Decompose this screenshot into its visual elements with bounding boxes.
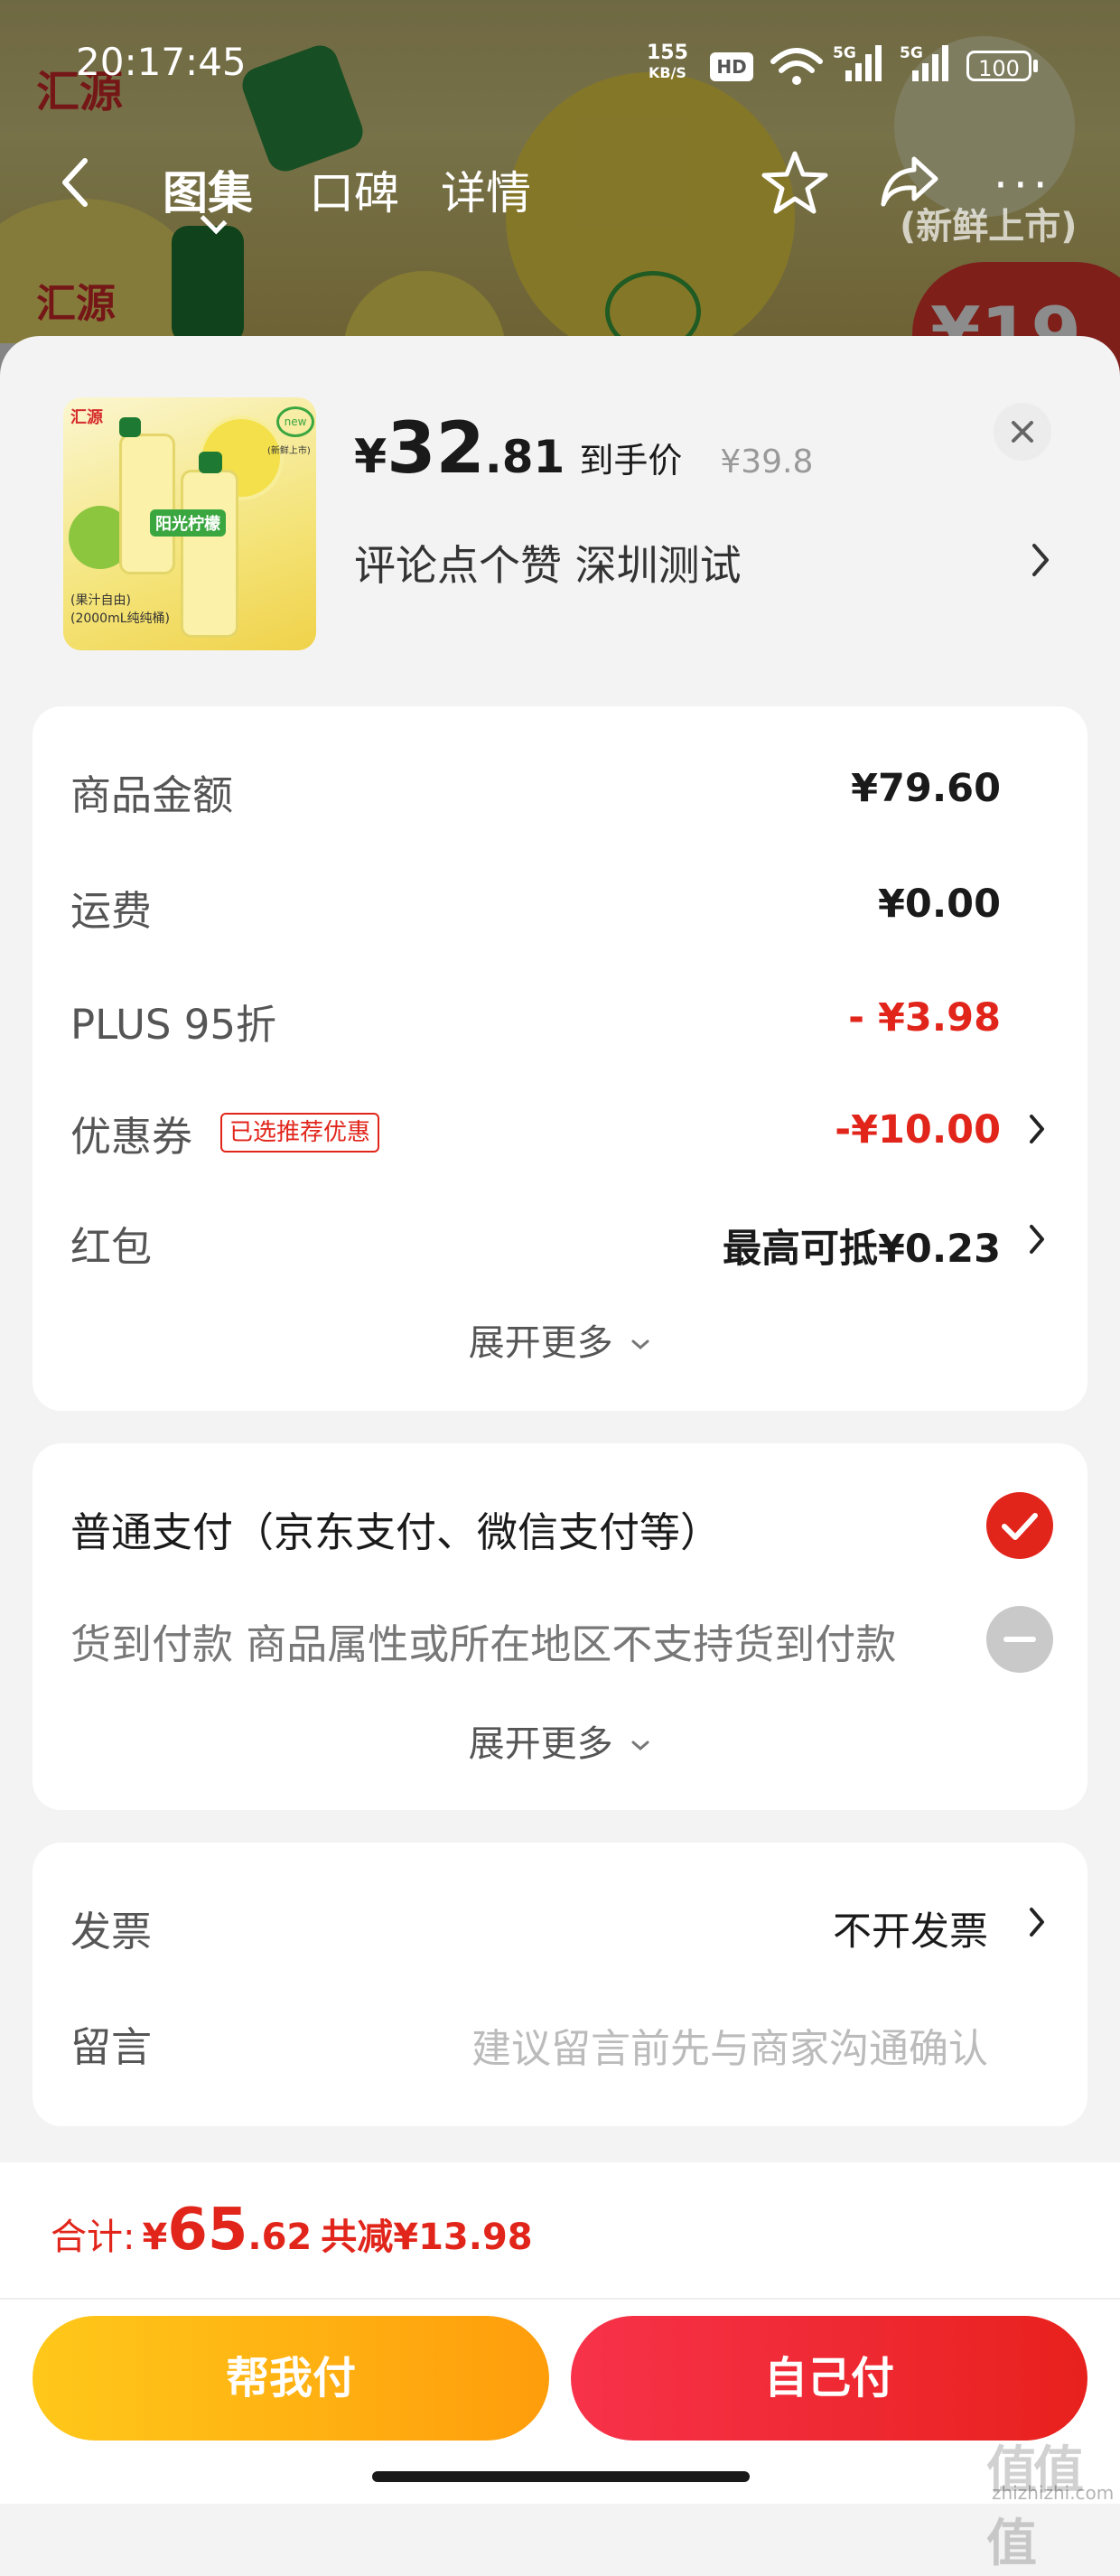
red-packet-chevron-right-icon[interactable] (1028, 1223, 1046, 1255)
disabled-minus-icon (1003, 1637, 1036, 1642)
total-symbol: ¥ (142, 2217, 168, 2258)
row-value-plus-discount: - ¥3.98 (848, 995, 1001, 1041)
total-integer: 65 (167, 2197, 248, 2263)
price-label: 到手价 (579, 441, 683, 481)
row-value-red-packet[interactable]: 最高可抵¥0.23 (723, 1218, 1001, 1274)
watermark-url: zhizhizhi.com (992, 2482, 1115, 2504)
battery-tip (1033, 60, 1038, 72)
price-decimal: .81 (484, 431, 565, 483)
row-value-shipping: ¥0.00 (877, 882, 1001, 927)
payment-option-normal[interactable]: 普通支付（京东支付、微信支付等） (70, 1499, 721, 1558)
signal-5g-icon-2: 5G (900, 44, 948, 81)
pay-myself-button[interactable]: 自己付 (571, 2316, 1087, 2441)
network-speed-unit: KB/S (648, 64, 686, 81)
payment-expand-more-button[interactable]: 展开更多 (33, 1714, 1087, 1767)
price-symbol: ¥ (354, 430, 387, 484)
thumb-spec-1: (果汁自由) (70, 593, 131, 608)
svg-text:5G: 5G (900, 44, 923, 62)
thumb-new-badge: new (276, 406, 314, 437)
help-me-pay-button[interactable]: 帮我付 (33, 2316, 549, 2441)
footer-divider (0, 2298, 1120, 2300)
battery-icon: 100 (966, 51, 1031, 81)
summary-expand-more-button[interactable]: 展开更多 (33, 1313, 1087, 1366)
network-speed-value: 155 (647, 42, 688, 64)
coupon-recommended-tag: 已选推荐优惠 (220, 1113, 380, 1153)
status-time: 20:17:45 (76, 40, 247, 84)
home-indicator[interactable] (372, 2471, 750, 2482)
network-speed: 155 KB/S (647, 43, 688, 83)
signal-5g-icon: 5G (833, 44, 882, 81)
payment-method-card: 普通支付（京东支付、微信支付等） 货到付款 商品属性或所在地区不支持货到付款 展… (33, 1443, 1087, 1810)
close-sheet-button[interactable] (994, 403, 1051, 461)
payment-option-cod: 货到付款 商品属性或所在地区不支持货到付款 (70, 1620, 897, 1668)
final-price: ¥ 32 .81 到手价 ¥39.8 (354, 408, 813, 490)
invoice-value[interactable]: 不开发票 (833, 1900, 988, 1956)
total-decimal: .62 (247, 2217, 313, 2258)
chevron-right-icon[interactable] (1030, 542, 1051, 578)
thumb-brand: 汇源 (70, 408, 103, 427)
wifi-icon (770, 48, 823, 85)
checkmark-icon (1002, 1513, 1038, 1540)
total-amount: 合计: ¥ 65 .62 共减¥13.98 (51, 2197, 533, 2263)
invoice-message-card: 发票 不开发票 留言 建议留言前先与商家沟通确认 (33, 1843, 1087, 2126)
coupon-chevron-right-icon[interactable] (1028, 1113, 1046, 1145)
tab-details[interactable]: 详情 (441, 157, 531, 222)
price-integer: 32 (387, 408, 485, 490)
payment-expand-label: 展开更多 (468, 1723, 613, 1765)
row-label-goods-amount: 商品金额 (70, 771, 234, 819)
payment-cod-radio-disabled (986, 1606, 1053, 1673)
back-arrow-icon[interactable] (58, 155, 94, 210)
original-price: ¥39.8 (720, 443, 814, 481)
row-value-goods-amount: ¥79.60 (851, 766, 1001, 811)
thumb-spec-2: (2000mL纯纯桶) (70, 611, 170, 626)
chevron-down-icon (631, 1741, 649, 1750)
message-input[interactable]: 建议留言前先与商家沟通确认 (471, 2016, 988, 2074)
invoice-chevron-right-icon[interactable] (1028, 1906, 1046, 1938)
thumb-product-name: 阳光柠檬 (150, 509, 226, 537)
payment-normal-radio[interactable] (986, 1492, 1053, 1559)
product-thumbnail[interactable]: 汇源 new (新鲜上市) 阳光柠檬 (果汁自由) (2000mL纯纯桶) (63, 397, 316, 650)
chevron-down-icon (631, 1339, 649, 1349)
invoice-label[interactable]: 发票 (70, 1899, 152, 1957)
new-arrival-tag-bg: (新鲜上市) (900, 206, 1078, 247)
svg-text:5G: 5G (833, 44, 856, 62)
thumb-new-sub: (新鲜上市) (267, 446, 311, 456)
hd-icon: HD (710, 52, 753, 81)
total-saved: 共减¥13.98 (321, 2217, 533, 2258)
product-description[interactable]: 评论点个赞 深圳测试 (354, 533, 742, 593)
row-value-coupon[interactable]: -¥10.00 (835, 1107, 1001, 1153)
favorite-star-icon[interactable] (761, 148, 829, 217)
tab-reviews[interactable]: 口碑 (309, 157, 399, 222)
message-label: 留言 (70, 2023, 153, 2071)
row-label-plus-discount: PLUS 95折 (70, 1001, 277, 1049)
order-summary-card: 商品金额 ¥79.60 运费 ¥0.00 PLUS 95折 - ¥3.98 优惠… (33, 706, 1087, 1411)
row-label-coupon[interactable]: 优惠券 (70, 1104, 192, 1162)
summary-expand-label: 展开更多 (468, 1322, 613, 1364)
row-label-red-packet[interactable]: 红包 (70, 1214, 152, 1273)
close-icon (1012, 421, 1033, 443)
row-label-shipping: 运费 (70, 887, 153, 935)
total-label: 合计: (51, 2217, 135, 2258)
